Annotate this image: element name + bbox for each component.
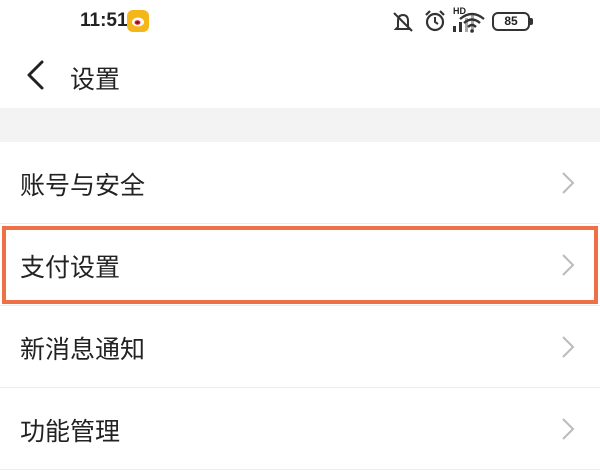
wifi-final-icon <box>459 12 485 33</box>
section-gap <box>0 108 600 142</box>
status-time: 11:51 <box>80 10 128 31</box>
mute-icon <box>393 12 413 32</box>
alarm-icon <box>425 10 445 32</box>
battery-tip <box>530 18 533 25</box>
battery-icon: 85 <box>492 12 530 31</box>
menu-item-label: 账号与安全 <box>20 171 146 200</box>
chevron-right-icon <box>562 172 575 194</box>
menu-item-account-security[interactable]: 账号与安全 <box>0 142 600 224</box>
back-button[interactable] <box>14 52 60 98</box>
weibo-icon <box>127 10 149 32</box>
status-bar: 11:51 HD 85 <box>0 0 600 46</box>
chevron-right-icon <box>562 254 575 276</box>
menu-item-payment-settings[interactable]: 支付设置 <box>0 224 600 306</box>
menu-item-label: 功能管理 <box>20 417 121 446</box>
chevron-right-icon <box>562 418 575 440</box>
chevron-left-icon <box>27 60 44 90</box>
battery-level: 85 <box>504 14 518 28</box>
page-title: 设置 <box>70 65 121 94</box>
settings-menu: 账号与安全 支付设置 新消息通知 功能管理 <box>0 142 600 470</box>
menu-item-notifications[interactable]: 新消息通知 <box>0 306 600 388</box>
chevron-right-icon <box>562 336 575 358</box>
menu-item-label: 支付设置 <box>20 253 121 282</box>
menu-item-label: 新消息通知 <box>20 335 146 364</box>
menu-item-feature-management[interactable]: 功能管理 <box>0 388 600 470</box>
nav-bar: 设置 <box>0 46 600 108</box>
